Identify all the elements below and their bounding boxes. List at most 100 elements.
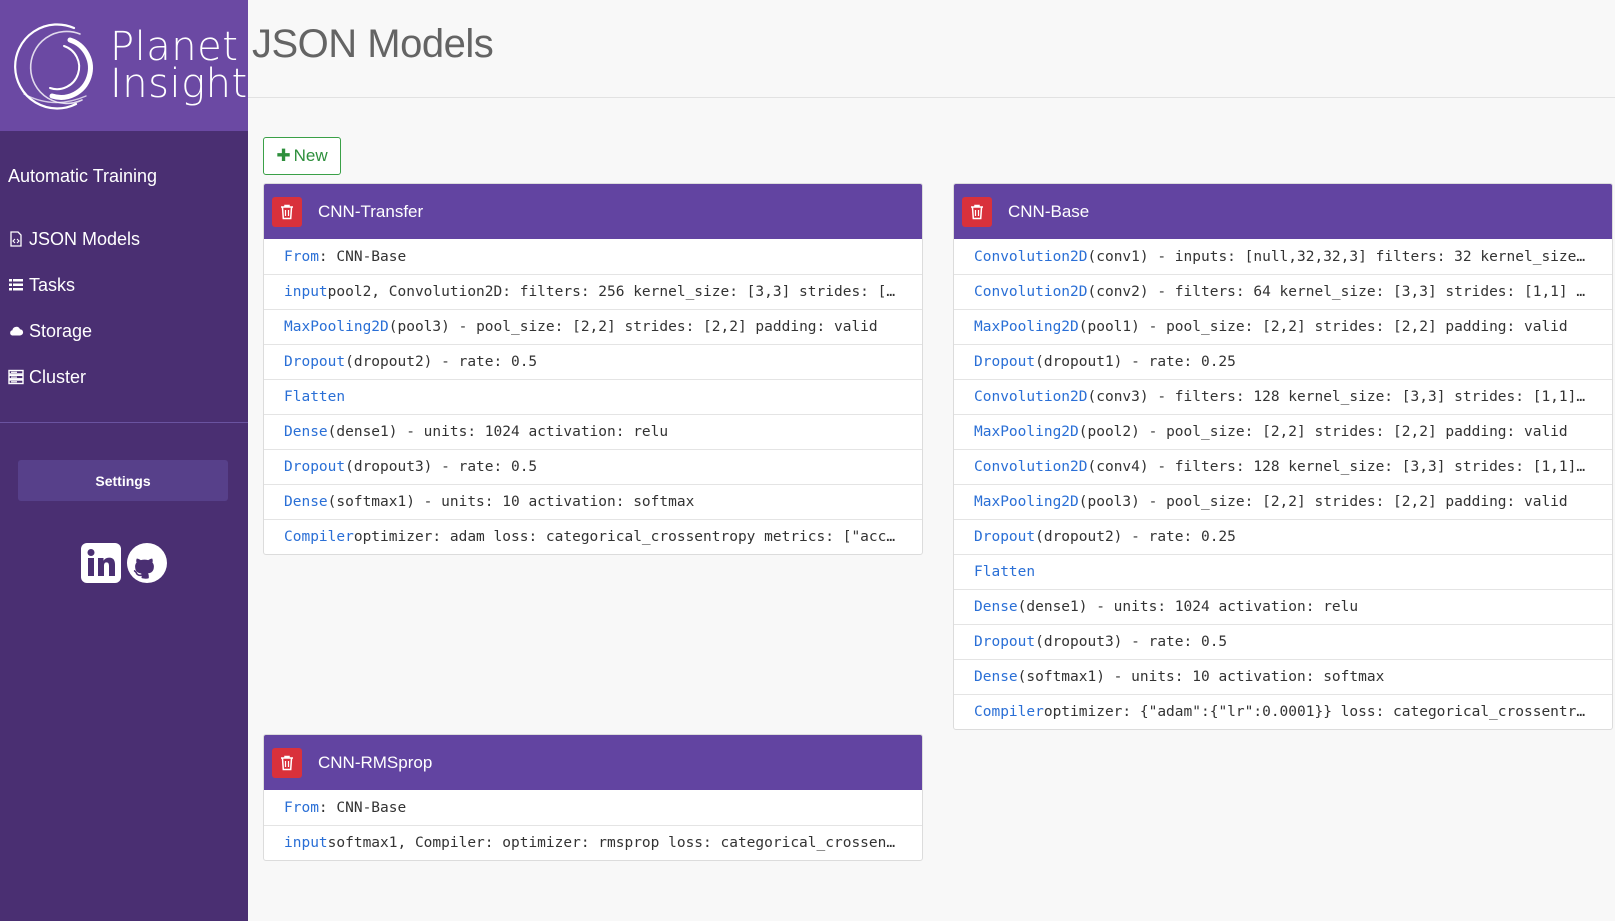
model-panel-cnn-base: CNN-Base Convolution2D (conv1) - inputs:… [953,183,1613,730]
layer-row: Dense (softmax1) - units: 10 activation:… [264,484,922,519]
layer-type-link[interactable]: Convolution2D [974,459,1088,475]
model-panel-cnn-transfer: CNN-Transfer From: CNN-Base input pool2, … [263,183,923,555]
layer-type-link[interactable]: Dropout [974,354,1035,370]
layer-row: Flatten [264,379,922,414]
layer-type-link[interactable]: From [284,800,319,816]
sidebar-divider [0,422,248,423]
new-button-label: New [293,146,328,165]
sidebar-item-tasks[interactable]: Tasks [0,262,248,308]
layer-type-link[interactable]: From [284,249,319,265]
trash-icon [281,204,293,219]
list-icon [8,277,24,293]
settings-button[interactable]: Settings [18,460,228,501]
layer-row: MaxPooling2D (pool1) - pool_size: [2,2] … [954,309,1612,344]
layer-row: Compiler optimizer: {"adam":{"lr":0.0001… [954,694,1612,729]
server-icon [8,369,24,385]
sidebar-item-label: Storage [29,320,93,341]
layer-row: MaxPooling2D (pool3) - pool_size: [2,2] … [954,484,1612,519]
layer-type-link[interactable]: Compiler [284,529,354,545]
sidebar-item-json-models[interactable]: JSON Models [0,216,248,262]
panel-header: CNN-Transfer [264,184,922,239]
panel-title: CNN-RMSprop [318,752,433,772]
layer-details: (dropout1) - rate: 0.25 [1035,354,1236,370]
layer-type-link[interactable]: MaxPooling2D [974,319,1079,335]
layer-details: optimizer: adam loss: categorical_crosse… [353,529,902,545]
layer-row: Dropout (dropout2) - rate: 0.25 [954,519,1612,554]
layer-type-link[interactable]: Convolution2D [974,249,1088,265]
layer-type-link[interactable]: Dropout [974,529,1035,545]
trash-icon [281,755,293,770]
layer-details: (dropout2) - rate: 0.25 [1035,529,1236,545]
layer-details: (dropout3) - rate: 0.5 [1035,634,1228,650]
layer-type-link[interactable]: MaxPooling2D [974,424,1079,440]
layer-type-link[interactable]: Convolution2D [974,284,1088,300]
layer-type-link[interactable]: Dense [974,669,1018,685]
layer-details: (dense1) - units: 1024 activation: relu [327,424,669,440]
sidebar-item-storage[interactable]: Storage [0,308,248,354]
layer-details: (conv3) - filters: 128 kernel_size: [3,3… [1087,389,1593,405]
layer-type-link[interactable]: Dense [974,599,1018,615]
panel-title: CNN-Base [1008,201,1090,221]
layer-row: input pool2, Convolution2D: filters: 256… [264,274,922,309]
page-header: JSON Models [248,0,1615,98]
layer-type-link[interactable]: Dropout [974,634,1035,650]
layer-row: Dense (dense1) - units: 1024 activation:… [954,589,1612,624]
brand-logo[interactable]: Planet Insight [0,0,248,131]
layer-type-link[interactable]: input [284,835,328,851]
layer-type-link[interactable]: Flatten [974,564,1035,580]
layer-type-link[interactable]: Compiler [974,704,1044,720]
model-panel-cnn-rmsprop: CNN-RMSprop From: CNN-Base input softmax1… [263,734,923,861]
sidebar-item-label: JSON Models [29,228,141,249]
layer-details: (dropout2) - rate: 0.5 [345,354,538,370]
file-code-icon [8,231,24,247]
delete-model-button[interactable] [272,747,302,778]
delete-model-button[interactable] [272,196,302,227]
layer-details: (dense1) - units: 1024 activation: relu [1017,599,1359,615]
layer-list: From: CNN-Base input pool2, Convolution2D… [264,239,922,554]
new-model-button[interactable]: ✚ New [263,137,341,175]
layer-list: Convolution2D (conv1) - inputs: [null,32… [954,239,1612,729]
cloud-icon [8,323,24,339]
layer-type-link[interactable]: Convolution2D [974,389,1088,405]
layer-details: (softmax1) - units: 10 activation: softm… [1017,669,1385,685]
layer-type-link[interactable]: MaxPooling2D [974,494,1079,510]
layer-row: Flatten [954,554,1612,589]
plus-icon: ✚ [276,146,291,165]
layer-details: (conv2) - filters: 64 kernel_size: [3,3]… [1087,284,1593,300]
layer-row: Convolution2D (conv3) - filters: 128 ker… [954,379,1612,414]
layer-type-link[interactable]: Dense [284,424,328,440]
layer-type-link[interactable]: Flatten [284,389,345,405]
linkedin-icon[interactable] [80,542,122,584]
layer-type-link[interactable]: input [284,284,328,300]
sidebar-item-cluster[interactable]: Cluster [0,354,248,400]
layer-type-link[interactable]: Dropout [284,354,345,370]
layer-details: (dropout3) - rate: 0.5 [345,459,538,475]
layer-row: Convolution2D (conv2) - filters: 64 kern… [954,274,1612,309]
layer-details: (conv4) - filters: 128 kernel_size: [3,3… [1087,459,1593,475]
layer-row: MaxPooling2D (pool2) - pool_size: [2,2] … [954,414,1612,449]
layer-details: : CNN-Base [318,248,407,265]
layer-details: (pool3) - pool_size: [2,2] strides: [2,2… [1078,494,1568,510]
layer-details: (conv1) - inputs: [null,32,32,3] filters… [1087,248,1593,265]
layer-details: pool2, Convolution2D: filters: 256 kerne… [327,284,902,300]
layer-type-link[interactable]: Dropout [284,459,345,475]
layer-row: Dense (dense1) - units: 1024 activation:… [264,414,922,449]
panel-header: CNN-Base [954,184,1612,239]
trash-icon [971,204,983,219]
layer-row: Compiler optimizer: adam loss: categoric… [264,519,922,554]
layer-row: MaxPooling2D (pool3) - pool_size: [2,2] … [264,309,922,344]
layer-row: Dense (softmax1) - units: 10 activation:… [954,659,1612,694]
layer-details: (pool2) - pool_size: [2,2] strides: [2,2… [1078,424,1568,440]
sidebar-heading[interactable]: Automatic Training [8,166,248,190]
sidebar-item-label: Tasks [29,274,76,295]
layer-details: optimizer: {"adam":{"lr":0.0001}} loss: … [1043,704,1592,720]
layer-type-link[interactable]: MaxPooling2D [284,319,389,335]
sidebar-nav: JSON Models Tasks Storage Cluster [0,216,248,400]
layer-type-link[interactable]: Dense [284,494,328,510]
brand-line-1: Planet [110,23,239,70]
github-icon[interactable] [126,542,168,584]
layer-row: Dropout (dropout3) - rate: 0.5 [954,624,1612,659]
layer-row: Convolution2D (conv1) - inputs: [null,32… [954,239,1612,274]
delete-model-button[interactable] [962,196,992,227]
layer-row: Convolution2D (conv4) - filters: 128 ker… [954,449,1612,484]
